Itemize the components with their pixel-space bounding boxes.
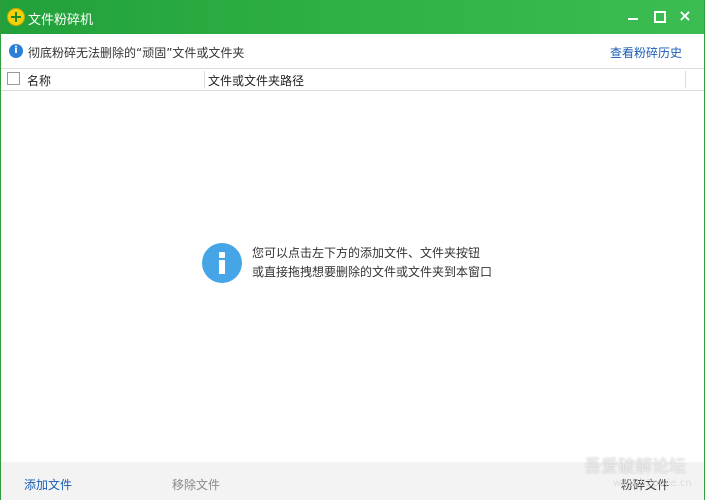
watermark-url: www.52pojie.cn <box>613 478 692 489</box>
app-logo-icon <box>7 8 25 26</box>
minimize-button[interactable] <box>621 6 645 26</box>
column-header-path[interactable]: 文件或文件夹路径 <box>208 72 304 89</box>
table-header: 名称 文件或文件夹路径 <box>1 68 704 91</box>
column-divider[interactable] <box>204 71 205 88</box>
info-text: 彻底粉碎无法删除的“顽固”文件或文件夹 <box>28 46 245 60</box>
empty-state-hint-line1: 您可以点击左下方的添加文件、文件夹按钮 <box>252 246 481 260</box>
close-icon: × <box>678 6 692 25</box>
maximize-button[interactable] <box>647 6 671 26</box>
add-file-button[interactable]: 添加文件 <box>24 476 72 493</box>
empty-state-info-icon <box>202 243 242 283</box>
maximize-icon <box>654 11 666 23</box>
window-title: 文件粉碎机 <box>28 13 94 28</box>
view-history-link[interactable]: 查看粉碎历史 <box>610 44 682 61</box>
minimize-icon <box>628 18 638 20</box>
column-divider[interactable] <box>685 71 686 88</box>
info-icon: i <box>9 44 23 58</box>
select-all-checkbox[interactable] <box>7 72 20 85</box>
column-header-name[interactable]: 名称 <box>27 72 51 89</box>
file-shredder-window: 文件粉碎机 × i 彻底粉碎无法删除的“顽固”文件或文件夹 查看粉碎历史 名称 … <box>0 0 705 500</box>
remove-file-button[interactable]: 移除文件 <box>172 476 220 493</box>
empty-state-hint-line2: 或直接拖拽想要删除的文件或文件夹到本窗口 <box>252 265 493 279</box>
close-button[interactable]: × <box>673 6 697 26</box>
watermark-text: 吾爱破解论坛 <box>584 457 686 477</box>
title-bar[interactable]: 文件粉碎机 × <box>1 0 704 34</box>
